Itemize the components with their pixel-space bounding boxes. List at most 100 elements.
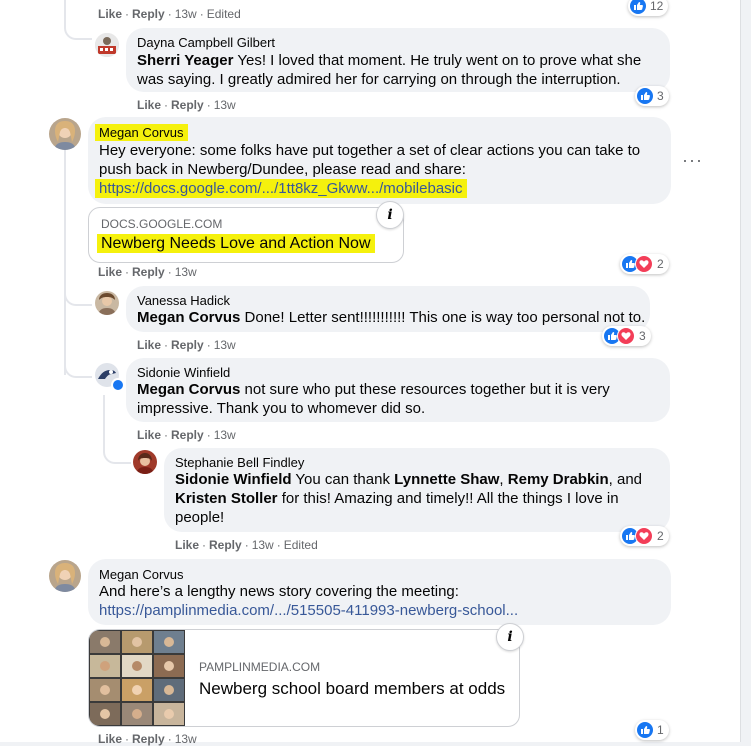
comment-author[interactable]: Megan Corvus xyxy=(99,567,184,582)
timestamp[interactable]: 13w xyxy=(214,338,236,352)
timestamp[interactable]: 13w xyxy=(175,732,197,746)
like-reaction-icon xyxy=(637,88,653,104)
info-icon[interactable]: i xyxy=(376,201,404,229)
reply-link[interactable]: Reply xyxy=(171,338,204,352)
comment-text: And here’s a lengthy news story covering… xyxy=(99,583,459,600)
timestamp[interactable]: 13w xyxy=(175,265,197,279)
like-reaction-icon xyxy=(637,722,653,738)
reaction-count: 2 xyxy=(657,257,664,271)
like-link[interactable]: Like xyxy=(137,338,161,352)
comment-bubble: Megan Corvus And here’s a lengthy news s… xyxy=(88,559,671,625)
info-icon[interactable]: i xyxy=(496,623,524,651)
avatar[interactable] xyxy=(95,33,119,57)
love-reaction-icon xyxy=(635,255,653,273)
comment-actions: Like · Reply · 13w xyxy=(137,338,236,352)
avatar[interactable] xyxy=(49,118,81,150)
card-domain: PAMPLINMEDIA.COM xyxy=(199,660,321,674)
comment-text: Hey everyone: some folks have put togeth… xyxy=(99,142,641,178)
thread-connector xyxy=(64,280,92,306)
card-title: Newberg Needs Love and Action Now xyxy=(97,234,375,253)
comment-author[interactable]: Stephanie Bell Findley xyxy=(175,455,304,470)
comment-text: Sidonie Winfield You can thank Lynnette … xyxy=(175,471,643,526)
thread-line xyxy=(103,395,105,440)
link-preview-card[interactable]: PAMPLINMEDIA.COM Newberg school board me… xyxy=(88,629,520,727)
comment-bubble: Sidonie Winfield Megan Corvus not sure w… xyxy=(126,358,670,422)
more-options-icon[interactable]: ··· xyxy=(682,150,703,171)
reaction-count: 12 xyxy=(650,0,664,13)
reaction-summary[interactable]: 2 xyxy=(620,526,669,546)
link-preview-card[interactable]: DOCS.GOOGLE.COM Newberg Needs Love and A… xyxy=(88,207,404,263)
like-link[interactable]: Like xyxy=(175,538,199,552)
comment-text: Sherri Yeager Yes! I loved that moment. … xyxy=(137,52,642,88)
comment-actions: Like · Reply · 13w · Edited xyxy=(98,7,241,21)
comment-link[interactable]: https://docs.google.com/.../1tt8kz_Gkww.… xyxy=(95,179,467,198)
avatar[interactable] xyxy=(49,560,81,592)
mention[interactable]: Remy Drabkin xyxy=(508,471,609,488)
mention[interactable]: Sidonie Winfield xyxy=(175,471,292,488)
card-title: Newberg school board members at odds xyxy=(199,679,506,698)
comment-author[interactable]: Megan Corvus xyxy=(95,124,188,141)
card-thumbnail xyxy=(89,630,185,726)
reaction-count: 2 xyxy=(657,529,664,543)
mention[interactable]: Megan Corvus xyxy=(137,381,240,398)
comment-text: Megan Corvus not sure who put these reso… xyxy=(137,381,610,417)
reaction-summary[interactable]: 1 xyxy=(635,720,669,740)
reaction-count: 3 xyxy=(639,329,646,343)
comment-actions: Like · Reply · 13w xyxy=(98,732,197,746)
comment-bubble: Dayna Campbell Gilbert Sherri Yeager Yes… xyxy=(126,28,670,92)
like-link[interactable]: Like xyxy=(98,732,122,746)
thread-line xyxy=(64,150,66,375)
timestamp[interactable]: 13w xyxy=(252,538,274,552)
video-grid-thumbnail-icon xyxy=(89,630,185,726)
reaction-summary[interactable]: 2 xyxy=(620,254,669,274)
like-link[interactable]: Like xyxy=(137,428,161,442)
thread-connector xyxy=(103,440,131,464)
comment-text: Megan Corvus Done! Letter sent!!!!!!!!!!… xyxy=(137,309,646,326)
mention[interactable]: Sherri Yeager xyxy=(137,52,233,69)
card-domain: DOCS.GOOGLE.COM xyxy=(101,217,223,231)
love-reaction-icon xyxy=(617,327,635,345)
love-reaction-icon xyxy=(635,527,653,545)
comment-bubble: Stephanie Bell Findley Sidonie Winfield … xyxy=(164,448,670,532)
reply-link[interactable]: Reply xyxy=(132,7,165,21)
comment-actions: Like · Reply · 13w · Edited xyxy=(175,538,318,552)
reaction-summary[interactable]: 3 xyxy=(602,326,651,346)
comment-author[interactable]: Vanessa Hadick xyxy=(137,293,230,308)
mention[interactable]: Megan Corvus xyxy=(137,309,240,326)
reply-link[interactable]: Reply xyxy=(171,98,204,112)
comment-bubble: Megan Corvus Hey everyone: some folks ha… xyxy=(88,117,671,204)
comment-actions: Like · Reply · 13w xyxy=(137,428,236,442)
avatar[interactable] xyxy=(133,450,157,474)
like-reaction-icon xyxy=(630,0,646,14)
online-badge xyxy=(111,378,125,392)
mention[interactable]: Kristen Stoller xyxy=(175,490,278,507)
comment-author[interactable]: Dayna Campbell Gilbert xyxy=(137,35,275,50)
scrollbar[interactable] xyxy=(741,0,751,742)
edited-label: Edited xyxy=(206,7,241,21)
comment-link[interactable]: https://pamplinmedia.com/.../515505-4119… xyxy=(99,601,518,620)
reaction-summary[interactable]: 12 xyxy=(628,0,669,16)
reply-link[interactable]: Reply xyxy=(132,265,165,279)
like-link[interactable]: Like xyxy=(98,265,122,279)
avatar[interactable] xyxy=(95,291,119,315)
like-link[interactable]: Like xyxy=(98,7,122,21)
reaction-summary[interactable]: 3 xyxy=(635,86,669,106)
comment-actions: Like · Reply · 13w xyxy=(98,265,197,279)
comment-actions: Like · Reply · 13w xyxy=(137,98,236,112)
thread-connector xyxy=(64,352,92,378)
comments-panel: Like · Reply · 13w · Edited 12 Dayna Campbell … xyxy=(0,0,741,746)
comment-bubble: Vanessa Hadick Megan Corvus Done! Letter… xyxy=(126,286,650,332)
comment-author[interactable]: Sidonie Winfield xyxy=(137,365,230,380)
reply-link[interactable]: Reply xyxy=(132,732,165,746)
edited-label: Edited xyxy=(283,538,318,552)
timestamp[interactable]: 13w xyxy=(214,428,236,442)
timestamp[interactable]: 13w xyxy=(214,98,236,112)
reply-link[interactable]: Reply xyxy=(209,538,242,552)
reaction-count: 3 xyxy=(657,89,664,103)
thread-connector xyxy=(64,14,92,40)
like-link[interactable]: Like xyxy=(137,98,161,112)
mention[interactable]: Lynnette Shaw xyxy=(394,471,499,488)
timestamp[interactable]: 13w xyxy=(175,7,197,21)
reply-link[interactable]: Reply xyxy=(171,428,204,442)
reaction-count: 1 xyxy=(657,723,664,737)
